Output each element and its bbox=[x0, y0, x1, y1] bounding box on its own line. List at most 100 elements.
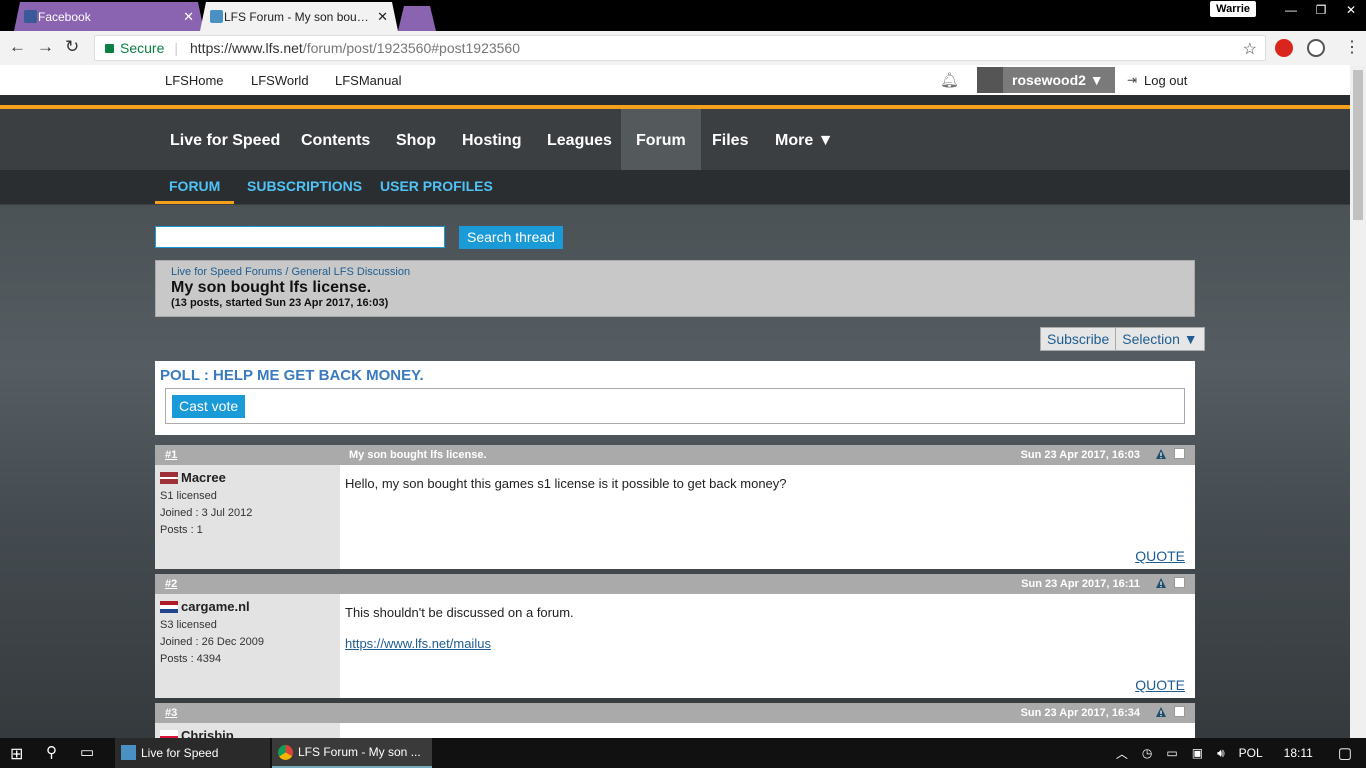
star-icon[interactable]: ☆ bbox=[1243, 39, 1257, 59]
cast-vote-button[interactable]: Cast vote bbox=[172, 395, 246, 418]
search-thread-button[interactable]: Search thread bbox=[459, 226, 563, 249]
post-author: Macree S1 licensed Joined : 3 Jul 2012 P… bbox=[155, 465, 340, 569]
network-icon[interactable]: ▣ bbox=[1192, 746, 1203, 760]
restore-icon[interactable]: ❐ bbox=[1306, 0, 1336, 20]
post-body: Hello, my son bought this games s1 licen… bbox=[340, 465, 1195, 502]
breadcrumb: Live for Speed Forums / General LFS Disc… bbox=[171, 266, 1179, 278]
scrollbar-thumb[interactable] bbox=[1353, 70, 1363, 220]
post-date: Sun 23 Apr 2017, 16:34 bbox=[1020, 707, 1140, 719]
nav-forum[interactable]: Forum bbox=[621, 109, 701, 170]
taskbar-app-label: Live for Speed bbox=[141, 746, 219, 760]
mailus-link[interactable]: https://www.lfs.net/mailus bbox=[345, 636, 491, 651]
author-name[interactable]: Chrisbip bbox=[181, 728, 234, 738]
clock-icon[interactable]: ◷ bbox=[1142, 746, 1152, 760]
adblock-icon[interactable] bbox=[1275, 39, 1293, 57]
subnav-user-profiles[interactable]: USER PROFILES bbox=[366, 170, 507, 204]
windows-start-icon[interactable]: ⊞ bbox=[10, 744, 23, 764]
select-checkbox[interactable] bbox=[1174, 448, 1185, 459]
report-icon[interactable] bbox=[1155, 706, 1167, 718]
user-menu[interactable]: rosewood2 ▼ bbox=[977, 67, 1115, 93]
logout-link[interactable]: Log out bbox=[1144, 73, 1187, 88]
address-bar[interactable]: Secure | https://www.lfs.net /forum/post… bbox=[94, 35, 1266, 61]
language-indicator[interactable]: POL bbox=[1239, 746, 1263, 760]
post-number-link[interactable]: #2 bbox=[165, 578, 177, 590]
back-icon[interactable]: ← bbox=[9, 37, 26, 57]
taskbar-app-chrome[interactable]: LFS Forum - My son ... bbox=[272, 738, 432, 768]
chevron-up-icon[interactable]: ︿ bbox=[1116, 745, 1128, 762]
thread-title: My son bought lfs license. bbox=[171, 279, 372, 296]
lfs-icon bbox=[121, 745, 136, 760]
battery-icon[interactable]: ▭ bbox=[1166, 746, 1177, 760]
secure-indicator[interactable]: Secure bbox=[105, 40, 164, 56]
post: #2 Sun 23 Apr 2017, 16:11 cargame.nl S3 … bbox=[155, 574, 1195, 698]
tab-facebook[interactable]: Facebook ✕ bbox=[14, 2, 204, 31]
logout-icon: ⇥ bbox=[1127, 73, 1138, 87]
tab-lfs-forum[interactable]: LFS Forum - My son bou… ✕ bbox=[200, 2, 398, 31]
breadcrumb-root[interactable]: Live for Speed Forums bbox=[171, 266, 282, 278]
page-scrollbar[interactable] bbox=[1350, 65, 1366, 738]
forward-icon[interactable]: → bbox=[37, 37, 54, 57]
thread-header: Live for Speed Forums / General LFS Disc… bbox=[155, 260, 1195, 317]
author-name[interactable]: cargame.nl bbox=[181, 599, 250, 614]
profile-chip[interactable]: Warrie bbox=[1210, 1, 1256, 17]
facebook-icon bbox=[24, 10, 37, 23]
quote-link[interactable]: QUOTE bbox=[1135, 677, 1185, 693]
header-band bbox=[0, 95, 1350, 105]
post-title: My son bought lfs license. bbox=[349, 449, 487, 461]
separator: | bbox=[174, 40, 178, 56]
select-checkbox[interactable] bbox=[1174, 706, 1185, 717]
bell-icon[interactable]: 🔔︎ bbox=[940, 71, 959, 89]
selection-dropdown[interactable]: Selection ▼ bbox=[1116, 328, 1204, 350]
post-number-link[interactable]: #3 bbox=[165, 707, 177, 719]
url-path: /forum/post/1923560#post1923560 bbox=[302, 40, 520, 56]
netherlands-flag-icon bbox=[160, 600, 178, 613]
nav-contents[interactable]: Contents bbox=[286, 109, 385, 170]
close-tab-icon[interactable]: ✕ bbox=[377, 9, 388, 25]
post-author: Chrisbip bbox=[155, 723, 340, 738]
nav-shop[interactable]: Shop bbox=[381, 109, 451, 170]
select-checkbox[interactable] bbox=[1174, 577, 1185, 588]
nav-files[interactable]: Files bbox=[697, 109, 763, 170]
avatar bbox=[977, 67, 1003, 93]
post-date: Sun 23 Apr 2017, 16:11 bbox=[1021, 578, 1140, 590]
close-tab-icon[interactable]: ✕ bbox=[183, 9, 194, 25]
new-tab-button[interactable] bbox=[398, 2, 436, 31]
extension-icon[interactable] bbox=[1307, 39, 1325, 57]
username-label: rosewood2 ▼ bbox=[1012, 72, 1104, 88]
subnav-forum[interactable]: FORUM bbox=[155, 170, 235, 204]
post-number-link[interactable]: #1 bbox=[165, 449, 177, 461]
browser-tab-strip: Facebook ✕ LFS Forum - My son bou… ✕ War… bbox=[0, 0, 1366, 31]
taskbar-app-lfs[interactable]: Live for Speed bbox=[115, 738, 270, 768]
minimize-icon[interactable]: — bbox=[1276, 0, 1306, 20]
lfs-icon bbox=[210, 10, 223, 23]
breadcrumb-section[interactable]: General LFS Discussion bbox=[291, 266, 410, 278]
search-thread-input[interactable] bbox=[155, 226, 445, 248]
volume-icon[interactable]: 🔊︎ bbox=[1217, 746, 1225, 761]
author-name[interactable]: Macree bbox=[181, 470, 226, 485]
system-time[interactable]: 18:11 bbox=[1284, 746, 1313, 760]
search-icon[interactable]: ⚲ bbox=[46, 743, 57, 761]
browser-toolbar: ← → ↻ Secure | https://www.lfs.net /foru… bbox=[0, 31, 1366, 65]
link-lfshome[interactable]: LFSHome bbox=[165, 73, 224, 88]
close-window-icon[interactable]: ✕ bbox=[1336, 0, 1366, 20]
thread-actions: Subscribe Selection ▼ bbox=[1040, 327, 1205, 351]
task-view-icon[interactable]: ▭ bbox=[80, 743, 94, 761]
menu-icon[interactable]: ⋮ bbox=[1344, 37, 1360, 57]
nav-more[interactable]: More ▼ bbox=[760, 109, 849, 170]
link-lfsmanual[interactable]: LFSManual bbox=[335, 73, 401, 88]
subnav-subscriptions[interactable]: SUBSCRIPTIONS bbox=[233, 170, 376, 204]
nav-leagues[interactable]: Leagues bbox=[532, 109, 627, 170]
lock-icon bbox=[105, 44, 114, 53]
notifications-icon[interactable]: ▢ bbox=[1338, 744, 1352, 762]
quote-link[interactable]: QUOTE bbox=[1135, 548, 1185, 564]
nav-hosting[interactable]: Hosting bbox=[447, 109, 537, 170]
web-page: LFSHome LFSWorld LFSManual 🔔︎ rosewood2 … bbox=[0, 65, 1350, 738]
subscribe-button[interactable]: Subscribe bbox=[1041, 328, 1117, 350]
nav-live-for-speed[interactable]: Live for Speed bbox=[155, 109, 295, 170]
report-icon[interactable] bbox=[1155, 577, 1167, 589]
chrome-icon bbox=[278, 745, 293, 760]
reload-icon[interactable]: ↻ bbox=[65, 37, 79, 57]
author-joined: Joined : 3 Jul 2012 bbox=[160, 507, 253, 519]
link-lfsworld[interactable]: LFSWorld bbox=[251, 73, 309, 88]
report-icon[interactable] bbox=[1155, 448, 1167, 460]
